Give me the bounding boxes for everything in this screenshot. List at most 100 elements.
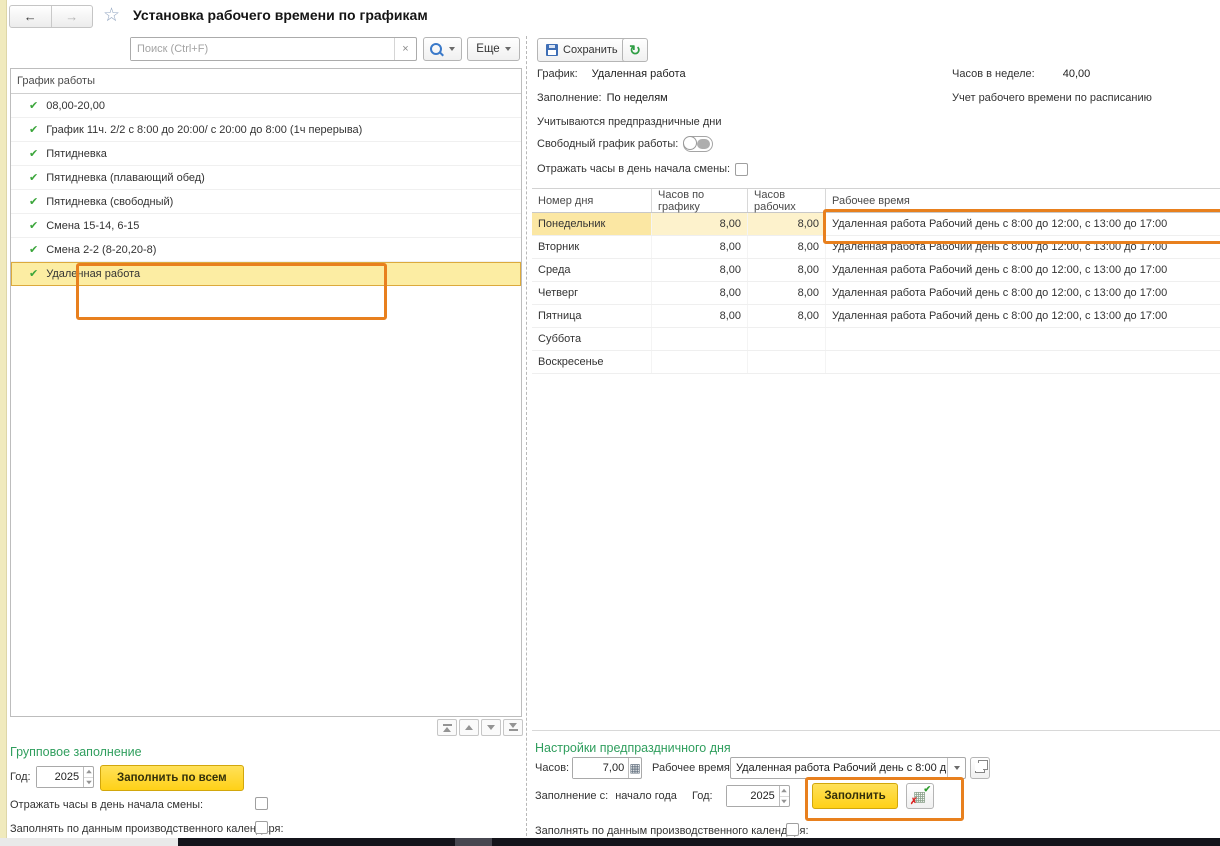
check-icon: ✔ (29, 219, 38, 232)
fill-from-line: Заполнение с: начало года (535, 790, 677, 802)
hours-working-cell: 8,00 (748, 305, 826, 327)
schedule-row[interactable]: ✔Смена 15-14, 6-15 (11, 214, 521, 238)
schedule-row-selected[interactable]: ✔Удаленная работа (11, 262, 521, 286)
search-icon (430, 43, 442, 55)
hours-schedule-cell: 8,00 (652, 236, 748, 258)
forward-button[interactable]: → (51, 6, 93, 27)
check-icon: ✔ (29, 123, 38, 136)
preholiday-worktime-label: Рабочее время: (652, 762, 733, 774)
schedule-row[interactable]: ✔Пятидневка (плавающий обед) (11, 166, 521, 190)
day-cell: Четверг (532, 282, 652, 304)
save-button[interactable]: Сохранить (537, 38, 629, 62)
more-button[interactable]: Еще (467, 37, 520, 61)
free-schedule-line: Свободный график работы: (537, 136, 713, 152)
taskbar-strip (0, 838, 1220, 846)
schedule-row[interactable]: ✔ График 11ч. 2/2 с 8:00 до 20:00/ с 20:0… (11, 118, 521, 142)
group-calendar-checkbox[interactable] (255, 821, 268, 834)
group-calendar-label: Заполнять по данным производственного ка… (10, 823, 284, 835)
open-worktime-button[interactable] (970, 757, 990, 779)
work-time-cell: Удаленная работа Рабочий день с 8:00 до … (826, 282, 1220, 304)
fill-all-button[interactable]: Заполнить по всем (100, 765, 244, 791)
table-row-monday[interactable]: Понедельник 8,00 8,00 Удаленная работа Р… (532, 213, 1220, 236)
day-cell: Воскресенье (532, 351, 652, 373)
hours-schedule-cell: 8,00 (652, 213, 748, 235)
table-row[interactable]: Суббота (532, 328, 1220, 351)
spinner-up-icon[interactable] (84, 767, 93, 778)
day-cell: Суббота (532, 328, 652, 350)
filling-info-line: Заполнение: По неделям (537, 90, 668, 106)
clear-search-icon[interactable]: × (394, 38, 416, 60)
column-header-day[interactable]: Номер дня (532, 189, 652, 212)
scroll-up-button[interactable] (459, 719, 479, 736)
hours-working-cell: 8,00 (748, 282, 826, 304)
nav-button-group: ← → (9, 5, 93, 28)
reflect-start-checkbox[interactable] (735, 163, 748, 176)
time-tracking-text: Учет рабочего времени по расписанию (952, 92, 1152, 104)
work-time-cell: Удаленная работа Рабочий день с 8:00 до … (826, 236, 1220, 258)
fill-from-value: начало года (615, 790, 677, 802)
scroll-to-top-button[interactable] (437, 719, 457, 736)
year-spinner (779, 786, 789, 806)
fill-button[interactable]: Заполнить (812, 783, 898, 809)
filling-value: По неделям (607, 92, 668, 104)
schedule-row[interactable]: ✔Пятидневка (11, 142, 521, 166)
page-title: Установка рабочего времени по графикам (133, 7, 428, 23)
scroll-down-button[interactable] (481, 719, 501, 736)
schedule-label: Пятидневка (свободный) (46, 196, 173, 208)
schedule-row[interactable]: ✔ 08,00-20,00 (11, 94, 521, 118)
panel-splitter[interactable] (526, 36, 527, 836)
table-row[interactable]: Четверг 8,00 8,00 Удаленная работа Рабоч… (532, 282, 1220, 305)
table-row[interactable]: Пятница 8,00 8,00 Удаленная работа Рабоч… (532, 305, 1220, 328)
preholiday-calendar-checkbox[interactable] (786, 823, 799, 836)
hours-working-cell: 8,00 (748, 236, 826, 258)
preholiday-year-input[interactable] (727, 786, 779, 806)
day-cell: Пятница (532, 305, 652, 327)
free-schedule-toggle[interactable] (683, 136, 713, 152)
day-cell: Вторник (532, 236, 652, 258)
hours-working-cell (748, 328, 826, 350)
schedules-column-header[interactable]: График работы (11, 69, 521, 94)
preholiday-year-label: Год: (692, 790, 713, 802)
work-time-cell (826, 351, 1220, 373)
combo-dropdown-button[interactable] (947, 758, 965, 778)
preholiday-hours-input[interactable] (573, 758, 628, 778)
spinner-down-icon[interactable] (780, 797, 789, 807)
schedule-label: 08,00-20,00 (46, 100, 105, 112)
hours-working-cell: 8,00 (748, 213, 826, 235)
preholiday-note-line: Учитываются предпраздничные дни (537, 114, 721, 130)
schedule-label: Пятидневка (плавающий обед) (46, 172, 205, 184)
calculator-icon[interactable]: ▦ (628, 758, 641, 778)
search-input[interactable] (131, 38, 394, 60)
check-icon: ✔ (29, 99, 38, 112)
group-reflect-checkbox[interactable] (255, 797, 268, 810)
hours-schedule-cell (652, 328, 748, 350)
table-row[interactable]: Среда 8,00 8,00 Удаленная работа Рабочий… (532, 259, 1220, 282)
search-options-button[interactable] (423, 37, 462, 61)
table-row[interactable]: Воскресенье (532, 351, 1220, 374)
preholiday-hours-label: Часов: (535, 762, 569, 774)
column-header-work-time[interactable]: Рабочее время (826, 189, 1220, 212)
fill-table-button[interactable]: ▦ ✗ ✔ (906, 783, 934, 809)
column-header-hours-schedule[interactable]: Часов по графику (652, 189, 748, 212)
favorite-star-icon[interactable]: ☆ (103, 4, 120, 27)
refresh-icon: ↻ (629, 42, 641, 59)
spinner-down-icon[interactable] (84, 778, 93, 788)
day-cell: Среда (532, 259, 652, 281)
group-fill-year-input[interactable] (37, 767, 83, 787)
back-button[interactable]: ← (10, 6, 51, 27)
spinner-up-icon[interactable] (780, 786, 789, 797)
refresh-button[interactable]: ↻ (622, 38, 648, 62)
schedule-label: График 11ч. 2/2 с 8:00 до 20:00/ с 20:00… (46, 124, 362, 136)
column-header-hours-working[interactable]: Часов рабочих (748, 189, 826, 212)
scroll-to-bottom-button[interactable] (503, 719, 523, 736)
table-row[interactable]: Вторник 8,00 8,00 Удаленная работа Рабоч… (532, 236, 1220, 259)
preholiday-worktime-combo[interactable]: Удаленная работа Рабочий день с 8:00 д (730, 757, 966, 779)
forward-arrow-icon: → (65, 9, 78, 24)
schedule-row[interactable]: ✔Смена 2-2 (8-20,20-8) (11, 238, 521, 262)
hours-schedule-cell: 8,00 (652, 282, 748, 304)
window-edge-strip (0, 0, 7, 838)
schedule-row[interactable]: ✔Пятидневка (свободный) (11, 190, 521, 214)
chevron-down-icon (449, 47, 455, 51)
time-tracking-line: Учет рабочего времени по расписанию (952, 90, 1152, 106)
hours-schedule-cell (652, 351, 748, 373)
